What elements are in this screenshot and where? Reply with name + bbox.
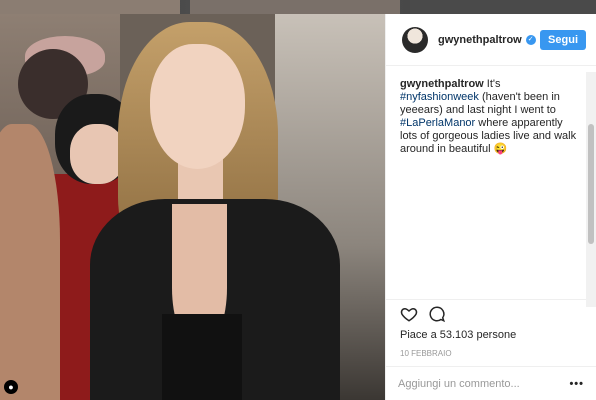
- comment-icon[interactable]: [428, 305, 446, 323]
- comment-bar: Aggiungi un commento... •••: [386, 366, 596, 400]
- follow-button[interactable]: Segui: [540, 29, 586, 50]
- scrollbar-thumb[interactable]: [588, 124, 594, 244]
- avatar[interactable]: [402, 26, 428, 53]
- caption-text: It's: [483, 78, 501, 90]
- post-header: gwynethpaltrow ✓ Segui: [386, 14, 596, 66]
- post-date: 10 FEBBRAIO: [400, 349, 452, 358]
- backdrop-strip: [0, 0, 180, 14]
- photo-subject-lace: [162, 314, 242, 400]
- instagram-post: ● gwynethpaltrow ✓ Segui gwynethpaltrow …: [0, 14, 596, 400]
- photo-crowd: [70, 124, 125, 184]
- likes-count[interactable]: Piace a 53.103 persone: [386, 327, 596, 343]
- verified-badge-icon: ✓: [525, 34, 536, 45]
- photo-crowd: [0, 124, 60, 400]
- caption: gwynethpaltrow It's #nyfashionweek (have…: [386, 66, 596, 307]
- caption-scrollbar[interactable]: [586, 72, 596, 307]
- action-bar: [386, 299, 596, 327]
- heart-icon[interactable]: [400, 305, 418, 323]
- caption-emoji: 😜: [493, 143, 508, 155]
- post-photo[interactable]: ●: [0, 14, 385, 400]
- user-tag-icon[interactable]: ●: [4, 380, 18, 394]
- post-sidebar: gwynethpaltrow ✓ Segui gwynethpaltrow It…: [385, 14, 596, 400]
- header-username[interactable]: gwynethpaltrow: [438, 34, 522, 46]
- comment-input[interactable]: Aggiungi un commento...: [398, 378, 520, 390]
- caption-username[interactable]: gwynethpaltrow: [400, 78, 484, 90]
- backdrop-strip: [410, 0, 596, 14]
- more-options-icon[interactable]: •••: [569, 378, 584, 390]
- hashtag-link[interactable]: #LaPerlaManor: [400, 117, 475, 129]
- photo-subject-face: [150, 44, 245, 169]
- backdrop-strip: [190, 0, 400, 14]
- hashtag-link[interactable]: #nyfashionweek: [400, 91, 479, 103]
